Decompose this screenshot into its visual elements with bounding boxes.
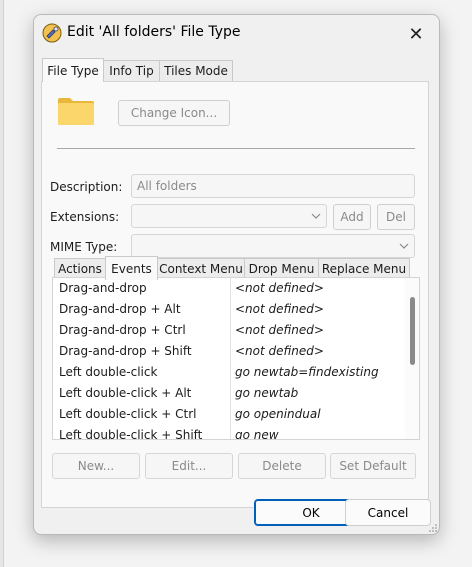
window-title: Edit 'All folders' File Type [67, 24, 241, 40]
list-item[interactable]: Drag-and-drop + Alt <not defined> [53, 299, 403, 320]
set-default-button[interactable]: Set Default [330, 453, 416, 479]
list-item[interactable]: Left double-click + Ctrl go openindual [53, 404, 403, 425]
tab-file-type[interactable]: File Type [42, 58, 104, 82]
list-item[interactable]: Left double-click + Alt go newtab [53, 383, 403, 404]
separator [57, 148, 415, 149]
events-list: Drag-and-drop <not defined> Drag-and-drop… [52, 277, 420, 440]
title-bar: Edit 'All folders' File Type ✕ [34, 15, 439, 53]
edit-file-type-dialog: Edit 'All folders' File Type ✕ File Type… [33, 14, 440, 535]
extensions-label: Extensions: [50, 210, 120, 224]
delete-event-button[interactable]: Delete [238, 453, 326, 479]
chevron-down-icon [399, 243, 409, 249]
tab-context-menu[interactable]: Context Menu [157, 258, 245, 279]
extensions-combo[interactable] [131, 204, 327, 228]
list-item[interactable]: Left double-click go newtab=findexisting [53, 362, 403, 383]
list-item[interactable]: Drag-and-drop + Shift <not defined> [53, 341, 403, 362]
list-item[interactable]: Left double-click + Shift go new [53, 425, 403, 439]
edit-event-button[interactable]: Edit... [145, 453, 233, 479]
close-icon: ✕ [408, 23, 424, 45]
tab-replace-menu[interactable]: Replace Menu [318, 258, 410, 279]
mime-type-label: MIME Type: [50, 240, 118, 254]
change-icon-button[interactable]: Change Icon... [118, 100, 230, 126]
tab-actions[interactable]: Actions [54, 258, 106, 279]
list-item[interactable]: Drag-and-drop + Ctrl <not defined> [53, 320, 403, 341]
tab-info-tip[interactable]: Info Tip [103, 60, 160, 81]
scroll-thumb[interactable] [410, 297, 415, 365]
delete-extension-button[interactable]: Del [377, 204, 415, 230]
file-type-panel: Change Icon... Description: All folders … [41, 81, 429, 508]
description-label: Description: [50, 180, 123, 194]
chevron-down-icon [311, 213, 321, 219]
add-extension-button[interactable]: Add [333, 204, 371, 230]
tab-tiles-mode[interactable]: Tiles Mode [159, 60, 233, 81]
mime-type-combo[interactable] [131, 234, 415, 258]
close-button[interactable]: ✕ [393, 15, 439, 53]
app-icon [42, 23, 62, 43]
tab-events[interactable]: Events [105, 256, 158, 280]
new-event-button[interactable]: New... [52, 453, 140, 479]
tab-drop-menu[interactable]: Drop Menu [244, 258, 319, 279]
folder-icon [58, 98, 94, 125]
list-item[interactable]: Drag-and-drop <not defined> [53, 278, 403, 299]
description-field[interactable]: All folders [131, 174, 415, 198]
vertical-scrollbar[interactable] [405, 278, 419, 439]
cancel-button[interactable]: Cancel [345, 499, 431, 526]
resize-grip-icon[interactable] [428, 523, 438, 533]
background-window-edge [0, 0, 4, 567]
